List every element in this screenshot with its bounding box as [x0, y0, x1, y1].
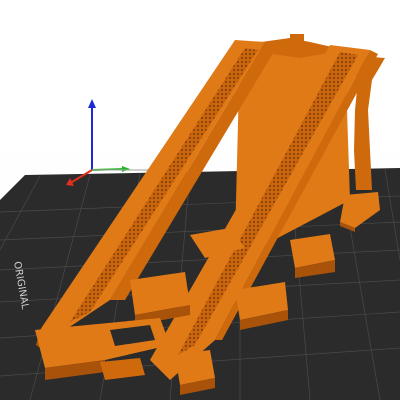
y-axis-arrow	[122, 166, 130, 172]
z-axis-arrow	[88, 99, 96, 108]
3d-viewport[interactable]: ORIGINAL	[0, 0, 400, 400]
top-nub	[290, 34, 304, 44]
scene-canvas[interactable]: ORIGINAL	[0, 0, 400, 400]
